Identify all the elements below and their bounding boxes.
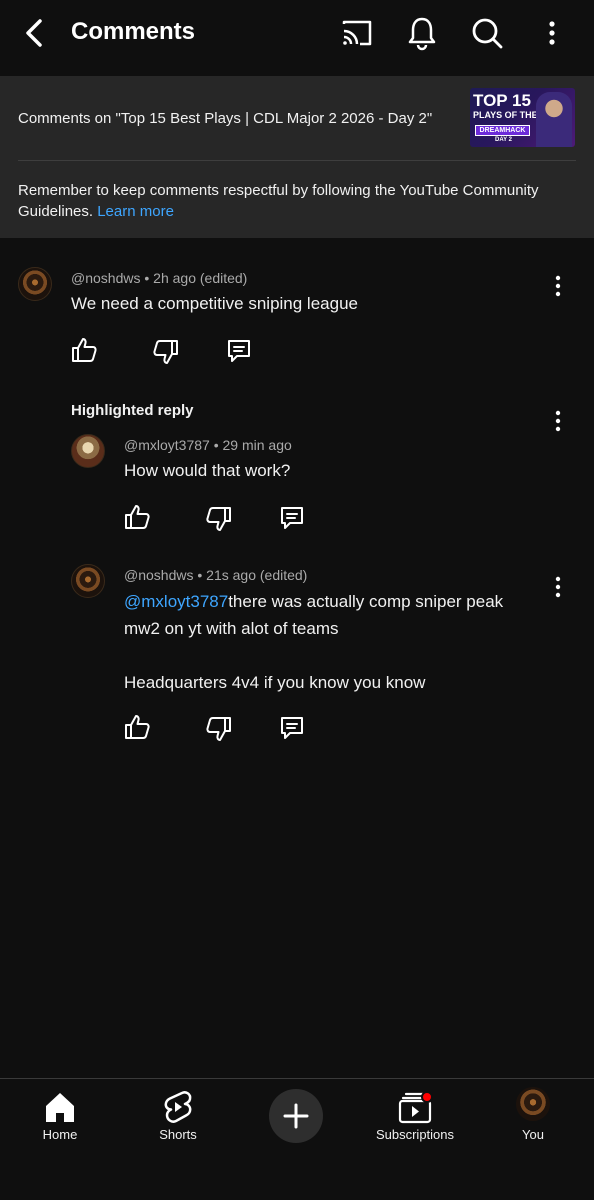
thumb-player-image	[536, 92, 572, 147]
video-thumbnail[interactable]: TOP 15 PLAYS OF THE DREAMHACK DAY 2	[470, 88, 575, 147]
mention-link[interactable]: @mxloyt3787	[124, 592, 228, 611]
avatar[interactable]	[71, 564, 105, 598]
reply-text-line: Headquarters 4v4 if you know you know	[124, 673, 426, 692]
search-icon[interactable]	[468, 14, 506, 52]
divider	[18, 160, 576, 161]
bell-icon[interactable]	[403, 14, 441, 52]
avatar[interactable]	[71, 434, 105, 468]
nav-subscriptions[interactable]: Subscriptions	[360, 1079, 470, 1159]
nav-label: Shorts	[159, 1127, 197, 1142]
nav-you[interactable]: You	[478, 1079, 588, 1159]
reply-text: How would that work?	[124, 461, 291, 480]
like-icon[interactable]	[70, 336, 98, 364]
nav-label: Subscriptions	[375, 1127, 455, 1142]
thumb-brand: DREAMHACK	[475, 125, 530, 136]
reply-time: 29 min ago	[222, 437, 292, 453]
video-info-panel: Comments on "Top 15 Best Plays | CDL Maj…	[0, 76, 594, 238]
highlighted-reply-label: Highlighted reply	[71, 402, 194, 419]
reply-meta: @noshdws • 21s ago (edited)	[124, 567, 308, 583]
comment-meta: @noshdws • 2h ago (edited)	[71, 270, 248, 286]
reply-text-line: there was actually comp sniper peak	[228, 592, 504, 611]
thumb-title: TOP 15	[473, 91, 531, 110]
reply-meta: @mxloyt3787 • 29 min ago	[124, 437, 292, 453]
nav-home[interactable]: Home	[5, 1079, 115, 1159]
cast-icon[interactable]	[338, 14, 376, 52]
reply-time: 21s ago (edited)	[206, 567, 308, 583]
dislike-icon[interactable]	[205, 715, 233, 743]
reply-text-line: mw2 on yt with alot of teams	[124, 619, 339, 638]
nav-label: You	[522, 1127, 544, 1142]
create-button[interactable]	[269, 1089, 323, 1143]
back-arrow-icon[interactable]	[18, 16, 52, 50]
more-vert-icon[interactable]	[540, 14, 564, 52]
dislike-icon[interactable]	[152, 338, 180, 366]
nav-label: Home	[42, 1127, 78, 1142]
bottom-nav: Home Shorts Subscriptions You	[0, 1078, 594, 1200]
comment-time: 2h ago (edited)	[153, 270, 248, 286]
thumb-subtitle: PLAYS OF THE	[473, 110, 538, 120]
avatar	[516, 1087, 550, 1121]
comment-author[interactable]: @noshdws	[71, 270, 140, 286]
like-icon[interactable]	[123, 713, 151, 741]
plus-icon	[283, 1103, 309, 1129]
reply-icon[interactable]	[225, 337, 253, 365]
reply-text: @mxloyt3787there was actually comp snipe…	[124, 588, 554, 696]
avatar[interactable]	[18, 267, 52, 301]
more-vert-icon[interactable]	[552, 410, 564, 432]
reply-author[interactable]: @mxloyt3787	[124, 437, 210, 453]
like-icon[interactable]	[123, 503, 151, 531]
learn-more-link[interactable]: Learn more	[97, 203, 174, 220]
reply-icon[interactable]	[278, 714, 306, 742]
comment-text: We need a competitive sniping league	[71, 294, 358, 313]
community-guidelines-notice: Remember to keep comments respectful by …	[18, 180, 578, 222]
shorts-icon	[164, 1091, 192, 1123]
page-title: Comments	[71, 18, 196, 45]
subscriptions-icon	[398, 1091, 433, 1124]
reply-icon[interactable]	[278, 504, 306, 532]
more-vert-icon[interactable]	[552, 275, 564, 297]
nav-shorts[interactable]: Shorts	[123, 1079, 233, 1159]
video-title: Comments on "Top 15 Best Plays | CDL Maj…	[18, 110, 433, 127]
home-icon	[46, 1093, 74, 1122]
thumb-day: DAY 2	[495, 137, 513, 143]
dislike-icon[interactable]	[205, 505, 233, 533]
reply-author[interactable]: @noshdws	[124, 567, 193, 583]
top-bar: Comments	[0, 0, 594, 76]
